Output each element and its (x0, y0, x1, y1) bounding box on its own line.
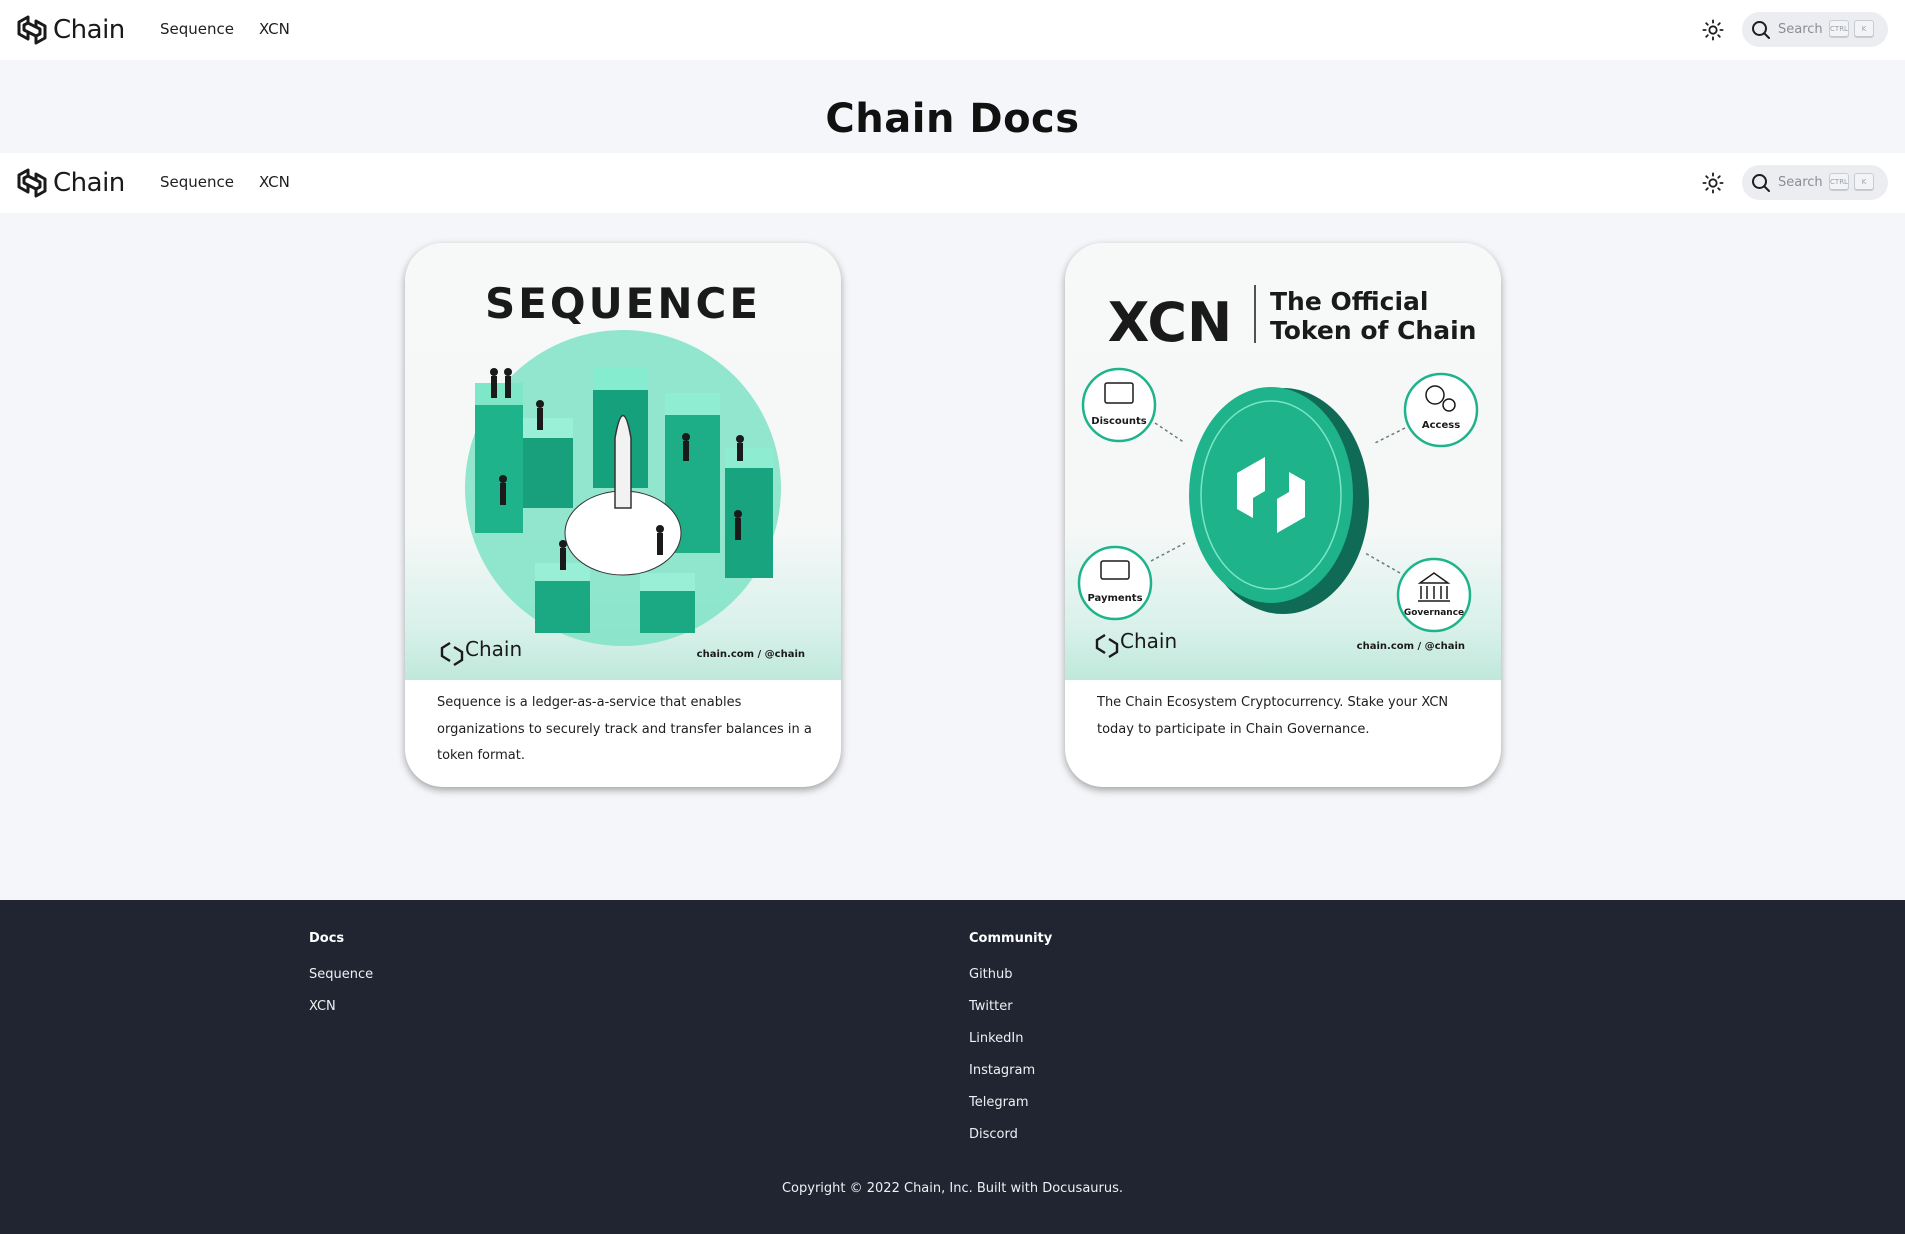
kbd-ctrl: CTRL (1829, 173, 1849, 191)
search-placeholder: Search (1778, 175, 1823, 190)
xcn-heading: XCN (1108, 291, 1233, 354)
nav-link-xcn[interactable]: XCN (259, 173, 290, 191)
xcn-image-handle: chain.com / @chain (1357, 641, 1465, 652)
brand-logo-link[interactable]: Chain (15, 166, 125, 200)
badge-governance: Governance (1404, 608, 1464, 618)
sun-icon (1702, 172, 1724, 194)
footer-link-discord[interactable]: Discord (969, 1127, 1052, 1159)
footer-link-twitter[interactable]: Twitter (969, 999, 1052, 1031)
sequence-card-description: Sequence is a ledger-as-a-service that e… (437, 695, 812, 763)
search-button[interactable]: Search CTRL K (1742, 165, 1888, 200)
theme-toggle-button[interactable] (1700, 17, 1726, 43)
footer-community-title: Community (969, 931, 1053, 946)
footer-link-sequence[interactable]: Sequence (309, 967, 373, 999)
kbd-k: K (1854, 173, 1874, 191)
footer-copyright: Copyright © 2022 Chain, Inc. Built with … (781, 1181, 1124, 1196)
brand-name: Chain (53, 168, 125, 198)
sequence-card-image: SEQUENCE Chain chain.com / @chain (405, 243, 841, 680)
sequence-heading: SEQUENCE (485, 279, 761, 328)
xcn-coin-icon (1189, 387, 1369, 614)
payments-badge: Payments (1077, 545, 1153, 621)
governance-badge: Governance (1396, 557, 1472, 633)
discounts-badge: Discounts (1081, 367, 1157, 443)
sequence-image-handle: chain.com / @chain (697, 649, 805, 660)
search-icon (1752, 20, 1770, 39)
chain-logo-icon (1095, 633, 1119, 659)
kbd-ctrl: CTRL (1829, 20, 1849, 38)
xcn-card-description: The Chain Ecosystem Cryptocurrency. Stak… (1097, 695, 1449, 737)
footer-link-xcn[interactable]: XCN (309, 999, 373, 1031)
footer: Docs Sequence XCN Community Github Twitt… (0, 900, 1905, 1234)
nav-link-sequence[interactable]: Sequence (160, 20, 234, 38)
search-icon (1752, 173, 1770, 192)
sticky-navbar: Chain Sequence XCN Search CTRL K (0, 153, 1905, 213)
brand-logo-link[interactable]: Chain (15, 13, 125, 47)
search-button[interactable]: Search CTRL K (1742, 12, 1888, 47)
nav-link-sequence[interactable]: Sequence (160, 173, 234, 191)
chain-logo-icon (17, 168, 47, 198)
chain-logo-icon (440, 641, 464, 667)
sequence-card[interactable]: SEQUENCE Chain chain.com / @chain Sequen… (405, 243, 841, 787)
nav-link-xcn[interactable]: XCN (259, 20, 290, 38)
badge-payments: Payments (1087, 593, 1142, 604)
xcn-subheading-1: The Official (1270, 287, 1428, 316)
badge-access: Access (1422, 420, 1460, 431)
nav-links: Sequence XCN (160, 20, 290, 38)
footer-link-linkedin[interactable]: LinkedIn (969, 1031, 1052, 1063)
footer-docs-column: Docs Sequence XCN (309, 931, 373, 1031)
theme-toggle-button[interactable] (1700, 170, 1726, 196)
footer-community-column: Community Github Twitter LinkedIn Instag… (969, 931, 1052, 1159)
sun-icon (1702, 19, 1724, 41)
xcn-illustration: XCN The Official Token of Chain Discount… (1077, 285, 1479, 659)
brand-name: Chain (53, 15, 125, 45)
footer-link-instagram[interactable]: Instagram (969, 1063, 1052, 1095)
badge-discounts: Discounts (1091, 416, 1146, 427)
page-title: Chain Docs (825, 96, 1080, 142)
top-navbar: Chain Sequence XCN Search CTRL K (0, 0, 1905, 60)
xcn-card[interactable]: XCN The Official Token of Chain Discount… (1065, 243, 1501, 787)
kbd-k: K (1854, 20, 1874, 38)
footer-link-github[interactable]: Github (969, 967, 1052, 999)
access-badge: Access (1403, 372, 1479, 448)
chain-logo-icon (17, 15, 47, 45)
sequence-illustration: SEQUENCE Chain chain.com / @chain (440, 279, 805, 667)
search-placeholder: Search (1778, 22, 1823, 37)
nav-links: Sequence XCN (160, 173, 290, 191)
footer-docs-title: Docs (309, 931, 345, 946)
footer-link-telegram[interactable]: Telegram (969, 1095, 1052, 1127)
xcn-image-brand: Chain (1120, 629, 1177, 653)
sequence-image-brand: Chain (465, 637, 522, 661)
xcn-subheading-2: Token of Chain (1270, 316, 1476, 345)
xcn-card-image: XCN The Official Token of Chain Discount… (1065, 243, 1501, 680)
